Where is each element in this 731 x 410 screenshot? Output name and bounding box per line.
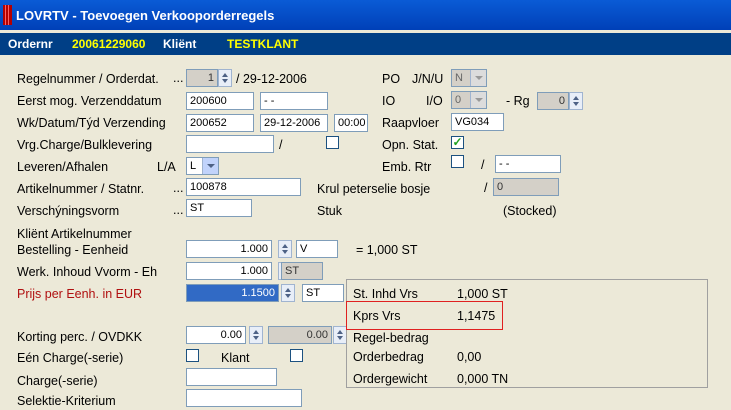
artikel-label: Artikelnummer / Statnr. xyxy=(17,182,145,196)
korting-spin-button[interactable] xyxy=(249,326,263,344)
werk-unit-field: ST xyxy=(281,262,323,280)
prijs-spin-button[interactable] xyxy=(281,284,295,302)
leveren-value: L xyxy=(190,160,197,172)
po-label: PO xyxy=(382,72,401,86)
opn-label: Opn. Stat. xyxy=(382,138,439,152)
bestelling-equals: = 1,000 ST xyxy=(356,243,418,257)
opn-checkbox[interactable]: ✓ xyxy=(451,136,464,149)
la-label: L/A xyxy=(157,160,176,174)
klant-label: Klant xyxy=(221,351,250,365)
emb-field[interactable]: - - xyxy=(495,155,561,173)
charge-label: Charge(-serie) xyxy=(17,374,98,388)
rg-field: 0 xyxy=(537,92,569,110)
vrg-field[interactable] xyxy=(186,135,274,153)
bestelling-field[interactable]: 1.000 xyxy=(186,240,272,258)
emb-label: Emb. Rtr xyxy=(382,160,432,174)
po-value: N xyxy=(455,72,463,84)
krul-field: 0 xyxy=(493,178,559,196)
prijs-field[interactable]: 1.1500 xyxy=(186,284,279,302)
ovdkk-spin-button[interactable] xyxy=(333,326,347,344)
emb-checkbox[interactable] xyxy=(451,155,464,168)
bestelling-label: Bestelling - Eenheid xyxy=(17,243,129,257)
charge-field[interactable] xyxy=(186,368,277,386)
ordernr-value: 20061229060 xyxy=(72,37,146,51)
klient-artikel-label: Kliënt Artikelnummer xyxy=(17,227,132,241)
vrg-checkbox[interactable] xyxy=(326,136,339,149)
verschijning-field[interactable]: ST xyxy=(186,199,252,217)
werk-field[interactable]: 1.000 xyxy=(186,262,272,280)
leveren-select[interactable]: L xyxy=(186,157,219,175)
regelnummer-spin-button[interactable] xyxy=(218,69,232,87)
stocked-label: (Stocked) xyxy=(503,204,557,218)
een-charge-label: Eén Charge(-serie) xyxy=(17,351,124,365)
eerst-label: Eerst mog. Verzenddatum xyxy=(17,94,162,108)
title-bar: LOVRTV - Toevoegen Verkooporderregels xyxy=(0,0,731,30)
wk-week-field[interactable]: 200652 xyxy=(186,114,254,132)
regelnummer-field[interactable]: 1 xyxy=(186,69,218,87)
prijs-unit-field[interactable]: ST xyxy=(302,284,344,302)
raapvloer-label: Raapvloer xyxy=(382,116,439,130)
app-icon xyxy=(3,5,12,25)
emb-slash: / xyxy=(481,158,485,172)
st-inhd-value: 1,000 ST xyxy=(457,287,508,301)
bestelling-unit-field[interactable]: V xyxy=(296,240,338,258)
wk-label: Wk/Datum/Týd Verzending xyxy=(17,116,166,130)
klient-label: Kliënt xyxy=(163,37,197,51)
klient-value: TESTKLANT xyxy=(227,37,299,51)
io-select: 0 xyxy=(451,91,487,109)
krul-label: Krul peterselie bosje xyxy=(317,182,431,196)
krul-slash: / xyxy=(484,181,488,195)
orderdatum-text: / 29-12-2006 xyxy=(236,72,307,86)
een-charge-checkbox[interactable] xyxy=(186,349,199,362)
chevron-down-icon[interactable] xyxy=(202,158,218,174)
selektie-field[interactable] xyxy=(186,389,302,407)
chevron-down-icon xyxy=(470,92,486,108)
orderbedrag-label: Orderbedrag xyxy=(353,350,424,364)
eerst-week-field[interactable]: 200600 xyxy=(186,92,254,110)
korting-field[interactable]: 0.00 xyxy=(186,326,246,344)
werk-label: Werk. Inhoud Vvorm - Eh xyxy=(17,265,158,279)
eerst-date-field[interactable]: - - xyxy=(260,92,328,110)
klant-checkbox[interactable] xyxy=(290,349,303,362)
ordergewicht-value: 0,000 TN xyxy=(457,372,509,386)
bestelling-spin-button[interactable] xyxy=(278,240,292,258)
regelnummer-label: Regelnummer / Orderdat. xyxy=(17,72,159,86)
regel-bedrag-label: Regel-bedrag xyxy=(353,331,429,345)
io2-label: I/O xyxy=(426,94,443,108)
rg-label: - Rg xyxy=(506,94,530,108)
io-label: IO xyxy=(382,94,396,108)
verschijning-label: Verschýningsvorm xyxy=(17,204,120,218)
ordergewicht-label: Ordergewicht xyxy=(353,372,428,386)
window-title: LOVRTV - Toevoegen Verkooporderregels xyxy=(16,8,275,23)
ovdkk-field: 0.00 xyxy=(268,326,332,344)
prijs-label: Prijs per Eenh. in EUR xyxy=(17,287,143,301)
ordernr-label: Ordernr xyxy=(8,37,53,51)
wk-time-field[interactable]: 00:00 xyxy=(334,114,368,132)
leveren-label: Leveren/Afhalen xyxy=(17,160,109,174)
po-select: N xyxy=(451,69,487,87)
vrg-label: Vrg.Charge/Bulklevering xyxy=(17,138,153,152)
raapvloer-field[interactable]: VG034 xyxy=(451,113,504,131)
wk-date-field[interactable]: 29-12-2006 xyxy=(260,114,328,132)
rg-spin-button[interactable] xyxy=(569,92,583,110)
order-header: Ordernr 20061229060 Kliënt TESTKLANT xyxy=(0,33,731,55)
korting-label: Korting perc. / OVDKK xyxy=(17,330,143,344)
artikel-field[interactable]: 100878 xyxy=(186,178,301,196)
jnu-label: J/N/U xyxy=(412,72,444,86)
chevron-down-icon xyxy=(470,70,486,86)
stuk-label: Stuk xyxy=(317,204,343,218)
orderbedrag-value: 0,00 xyxy=(457,350,482,364)
st-inhd-label: St. Inhd Vrs xyxy=(353,287,418,301)
verschijning-dots: ... xyxy=(173,203,184,217)
selektie-label: Selektie-Kriterium xyxy=(17,394,116,408)
vrg-slash: / xyxy=(279,138,283,152)
regelnummer-dots: ... xyxy=(173,71,184,85)
io-value: 0 xyxy=(455,94,462,106)
artikel-dots: ... xyxy=(173,181,184,195)
kprs-highlight-box xyxy=(346,301,503,330)
